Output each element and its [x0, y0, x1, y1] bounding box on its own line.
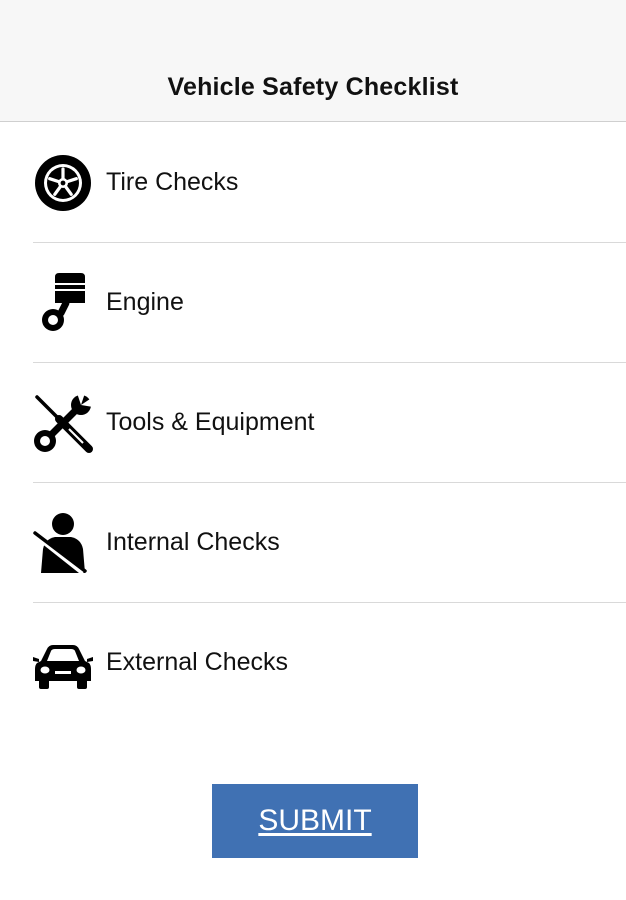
submit-button[interactable]: SUBMIT	[212, 784, 418, 858]
checklist-item-internal-checks[interactable]: Internal Checks	[0, 483, 626, 603]
tire-icon	[33, 153, 93, 213]
checklist-item-external-checks[interactable]: External Checks	[0, 603, 626, 723]
checklist: Tire Checks Engine Tools & Equipment Int…	[0, 123, 626, 723]
checklist-item-engine[interactable]: Engine	[0, 243, 626, 363]
checklist-item-tire-checks[interactable]: Tire Checks	[0, 123, 626, 243]
nav-bar: Vehicle Safety Checklist	[0, 0, 626, 122]
seatbelt-icon	[33, 513, 93, 573]
checklist-item-label: Engine	[106, 288, 184, 316]
checklist-item-label: Tire Checks	[106, 168, 239, 196]
checklist-item-label: Tools & Equipment	[106, 408, 315, 436]
tools-icon	[33, 393, 93, 453]
checklist-item-label: Internal Checks	[106, 528, 280, 556]
engine-piston-icon	[33, 273, 93, 333]
page-title: Vehicle Safety Checklist	[167, 73, 459, 101]
checklist-item-tools-equipment[interactable]: Tools & Equipment	[0, 363, 626, 483]
car-icon	[33, 633, 93, 693]
checklist-item-label: External Checks	[106, 648, 289, 676]
